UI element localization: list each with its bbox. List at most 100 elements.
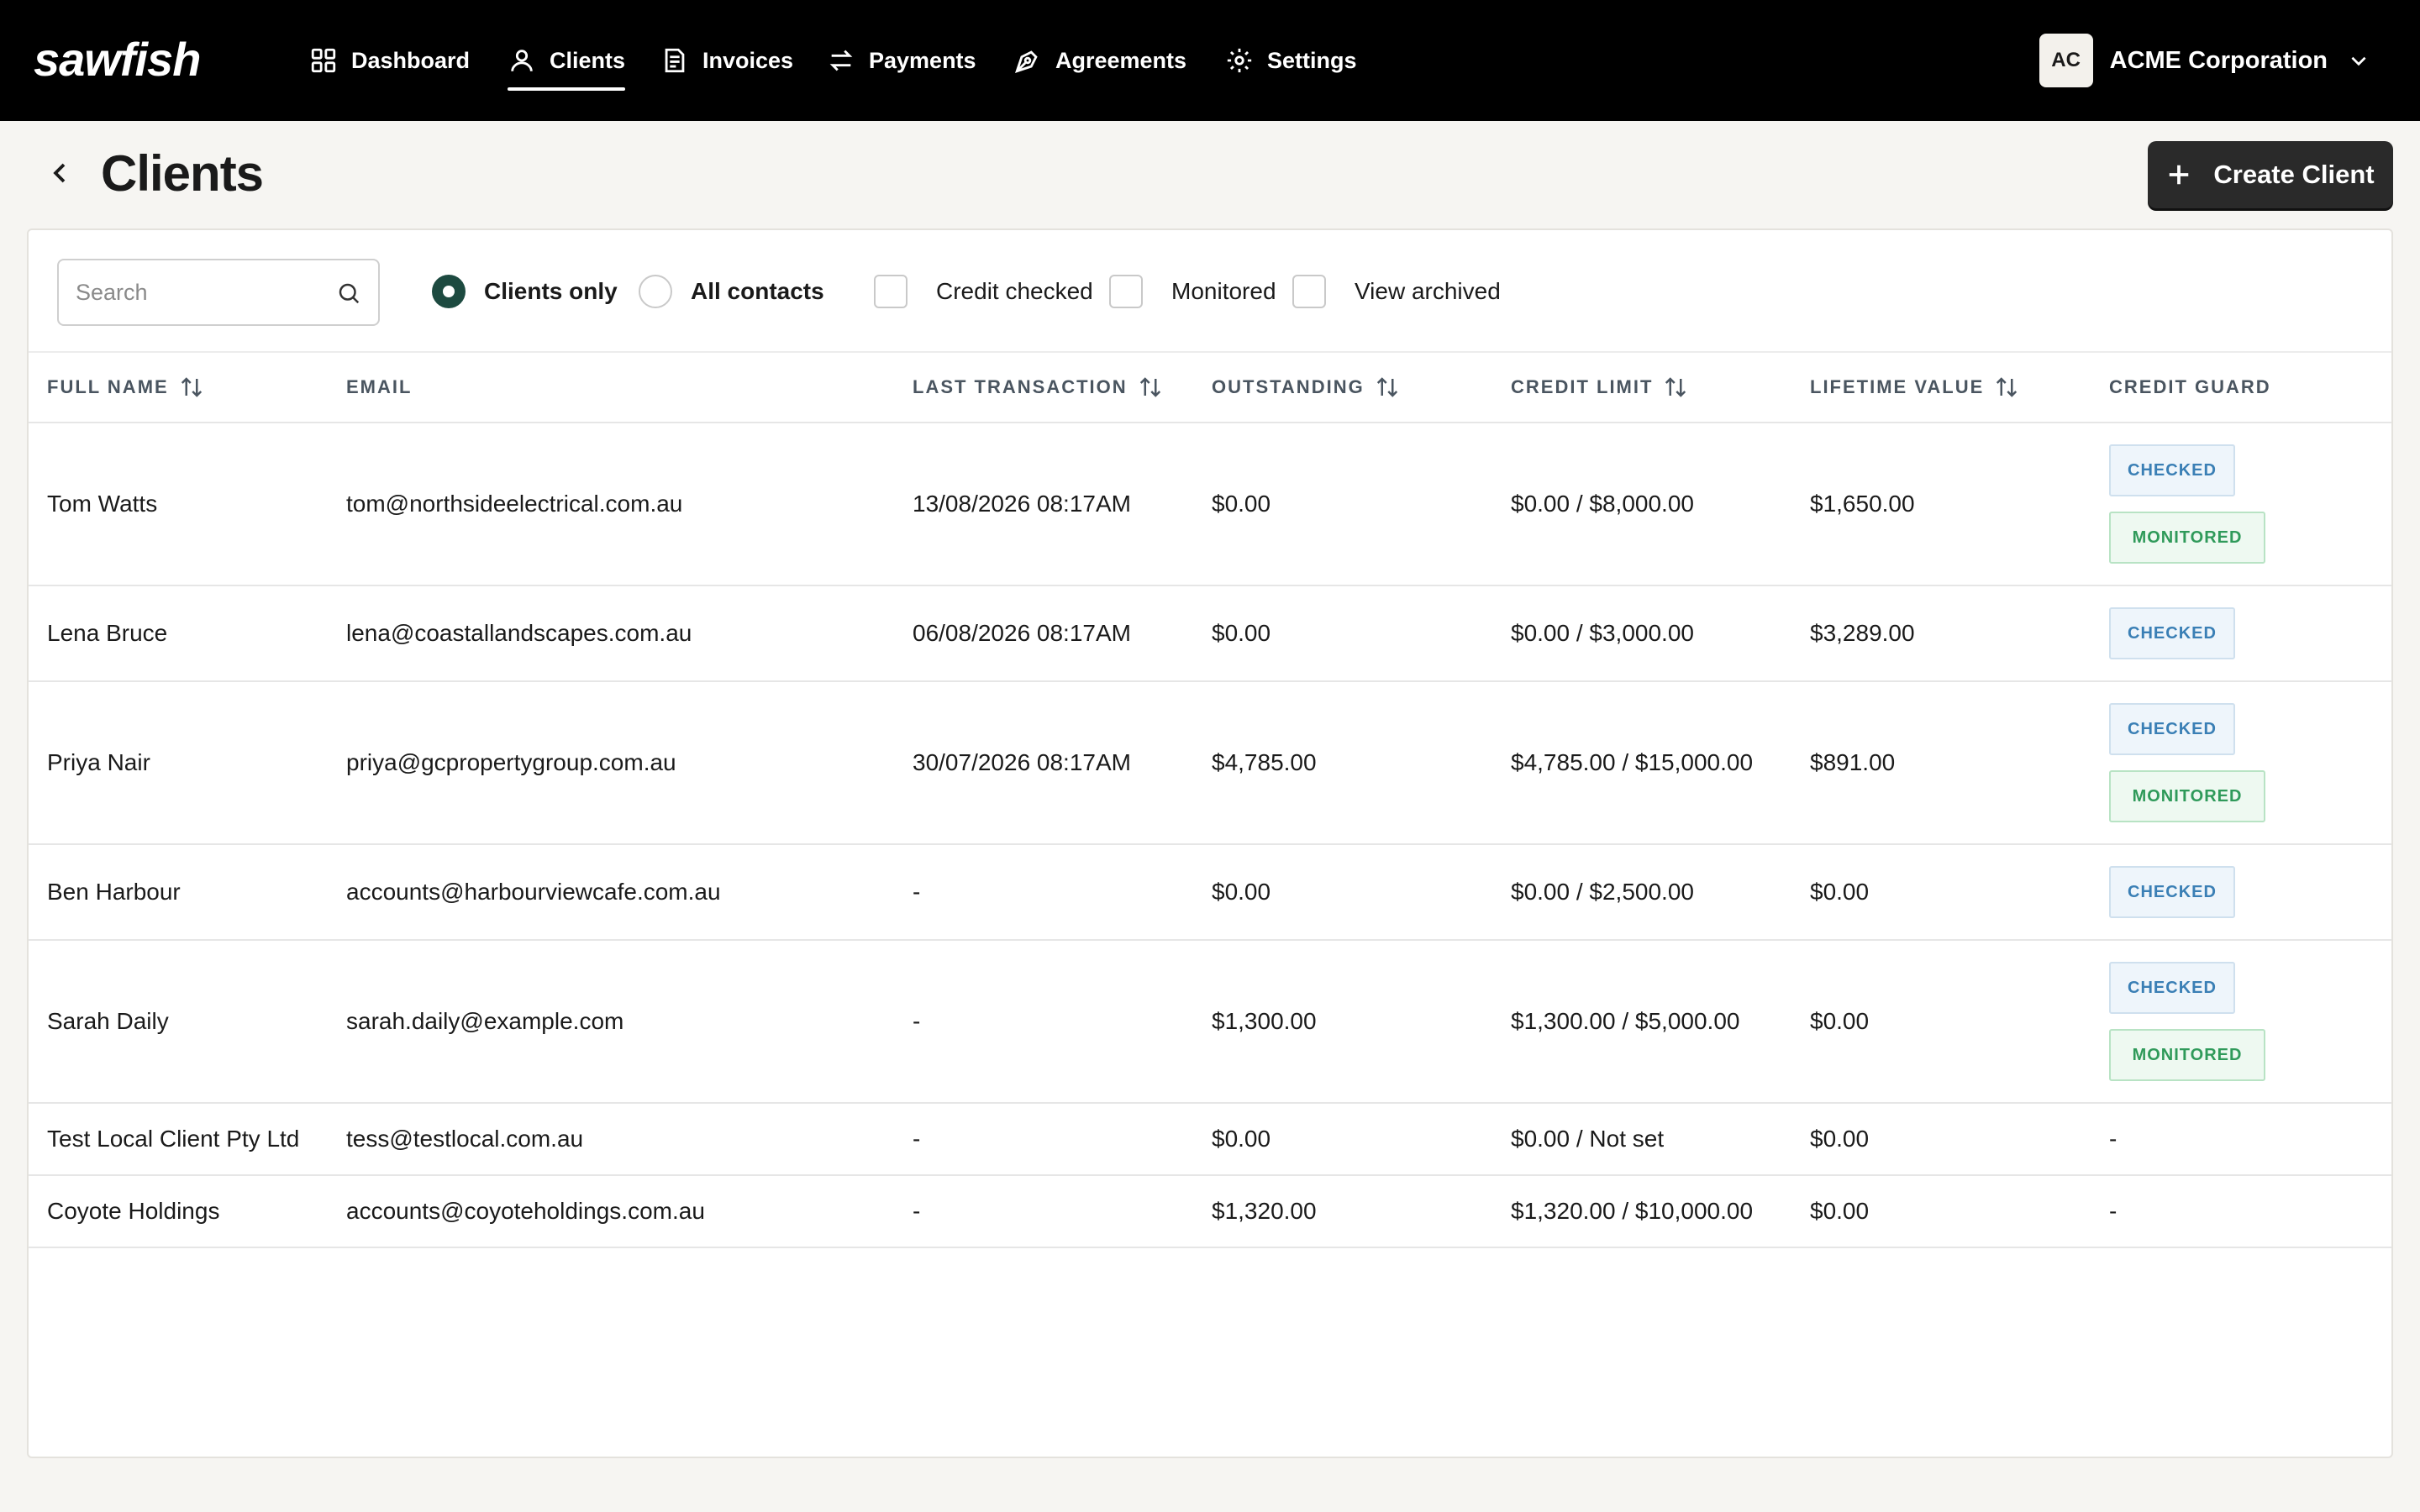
nav-clients[interactable]: Clients bbox=[508, 0, 626, 121]
gear-icon bbox=[1225, 46, 1254, 75]
clients-only-radio[interactable] bbox=[432, 275, 466, 308]
credit-checked-option[interactable]: Credit checked bbox=[874, 274, 1093, 309]
nav-agreements-label: Agreements bbox=[1055, 47, 1187, 73]
monitored-checkbox[interactable] bbox=[1109, 275, 1143, 308]
cell-outstanding: $0.00 bbox=[1212, 491, 1271, 517]
column-full-name[interactable]: FULL NAME bbox=[47, 353, 204, 422]
cell-full-name: Priya Nair bbox=[47, 749, 150, 775]
column-email-label: EMAIL bbox=[346, 376, 413, 397]
nav-settings-label: Settings bbox=[1267, 47, 1357, 73]
view-archived-checkbox[interactable] bbox=[1292, 275, 1326, 308]
sort-icon[interactable] bbox=[1375, 375, 1400, 400]
chevron-down-icon bbox=[2351, 56, 2366, 66]
sort-icon[interactable] bbox=[1663, 375, 1688, 400]
filter-bar: Clients only All contacts Credit checked… bbox=[29, 230, 2391, 353]
sort-icon[interactable] bbox=[179, 375, 204, 400]
nav-invoices[interactable]: Invoices bbox=[660, 0, 793, 121]
cell-credit-limit: $4,785.00 / $15,000.00 bbox=[1511, 749, 1754, 775]
column-credit-limit[interactable]: CREDIT LIMIT bbox=[1511, 353, 1688, 422]
cell-email: tom@northsideelectrical.com.au bbox=[346, 491, 683, 517]
cell-full-name: Coyote Holdings bbox=[47, 1198, 220, 1224]
cell-last-transaction: 30/07/2026 08:17AM bbox=[913, 749, 1131, 775]
nav-dashboard-label: Dashboard bbox=[351, 47, 471, 73]
cell-credit-guard: CHECKED MONITORED bbox=[2109, 423, 2265, 585]
cell-email: tess@testlocal.com.au bbox=[346, 1126, 584, 1152]
nav-agreements[interactable]: Agreements bbox=[1013, 0, 1186, 121]
cell-last-transaction: - bbox=[913, 879, 921, 905]
table-row[interactable]: Coyote Holdings accounts@coyoteholdings.… bbox=[29, 1176, 2391, 1248]
column-lifetime-value[interactable]: LIFETIME VALUE bbox=[1810, 353, 2019, 422]
nav-dashboard[interactable]: Dashboard bbox=[309, 0, 470, 121]
all-contacts-option[interactable]: All contacts bbox=[639, 274, 824, 309]
column-credit-limit-label: CREDIT LIMIT bbox=[1511, 376, 1654, 397]
nav-payments[interactable]: Payments bbox=[827, 0, 976, 121]
column-full-name-label: FULL NAME bbox=[47, 376, 169, 397]
cell-outstanding: $0.00 bbox=[1212, 1126, 1271, 1152]
search-icon bbox=[339, 283, 360, 304]
organization-name: ACME Corporation bbox=[2109, 46, 2328, 74]
credit-checked-checkbox[interactable] bbox=[874, 275, 908, 308]
table-row[interactable]: Ben Harbour accounts@harbourviewcafe.com… bbox=[29, 845, 2391, 941]
cell-email: accounts@harbourviewcafe.com.au bbox=[346, 879, 721, 905]
all-contacts-radio[interactable] bbox=[639, 275, 672, 308]
cell-credit-limit: $1,320.00 / $10,000.00 bbox=[1511, 1198, 1754, 1224]
cell-lifetime-value: $0.00 bbox=[1810, 1198, 1870, 1224]
cell-credit-guard: - bbox=[2109, 1198, 2118, 1224]
cell-full-name: Tom Watts bbox=[47, 491, 158, 517]
clients-only-option[interactable]: Clients only bbox=[432, 274, 618, 309]
user-icon bbox=[508, 46, 536, 75]
column-last-transaction[interactable]: LAST TRANSACTION bbox=[913, 353, 1163, 422]
cell-lifetime-value: $3,289.00 bbox=[1810, 620, 1915, 646]
nav-clients-label: Clients bbox=[550, 47, 626, 73]
cell-credit-limit: $0.00 / $3,000.00 bbox=[1511, 620, 1694, 646]
nav-settings[interactable]: Settings bbox=[1225, 0, 1357, 121]
monitored-badge: MONITORED bbox=[2109, 512, 2265, 564]
monitored-option[interactable]: Monitored bbox=[1109, 274, 1276, 309]
column-credit-guard-label: CREDIT GUARD bbox=[2109, 376, 2271, 397]
invoice-icon bbox=[660, 46, 689, 75]
create-client-label: Create Client bbox=[2213, 160, 2375, 189]
search-box[interactable] bbox=[57, 259, 380, 326]
cell-credit-guard: CHECKED bbox=[2109, 845, 2235, 939]
plus-icon bbox=[2170, 165, 2189, 185]
column-credit-guard: CREDIT GUARD bbox=[2109, 353, 2271, 422]
grid-icon bbox=[309, 46, 338, 75]
cell-lifetime-value: $0.00 bbox=[1810, 1126, 1870, 1152]
table-row[interactable]: Sarah Daily sarah.daily@example.com - $1… bbox=[29, 941, 2391, 1104]
column-outstanding[interactable]: OUTSTANDING bbox=[1212, 353, 1400, 422]
cell-last-transaction: 13/08/2026 08:17AM bbox=[913, 491, 1131, 517]
cell-outstanding: $1,300.00 bbox=[1212, 1008, 1317, 1034]
cell-outstanding: $0.00 bbox=[1212, 879, 1271, 905]
table-row[interactable]: Tom Watts tom@northsideelectrical.com.au… bbox=[29, 423, 2391, 586]
monitored-badge: MONITORED bbox=[2109, 1029, 2265, 1081]
table-row[interactable]: Priya Nair priya@gcpropertygroup.com.au … bbox=[29, 682, 2391, 845]
cell-email: sarah.daily@example.com bbox=[346, 1008, 624, 1034]
checked-badge: CHECKED bbox=[2109, 444, 2235, 496]
sawfish-logo[interactable]: sawfish sawfish bbox=[34, 34, 257, 87]
cell-credit-limit: $0.00 / $2,500.00 bbox=[1511, 879, 1694, 905]
column-email: EMAIL bbox=[346, 353, 412, 422]
table-row[interactable]: Test Local Client Pty Ltd tess@testlocal… bbox=[29, 1104, 2391, 1176]
cell-outstanding: $1,320.00 bbox=[1212, 1198, 1317, 1224]
cell-credit-guard: CHECKED MONITORED bbox=[2109, 682, 2265, 843]
cell-credit-limit: $0.00 / Not set bbox=[1511, 1126, 1665, 1152]
table-header: FULL NAME EMAIL LAST TRANSACTION OUTSTAN… bbox=[29, 353, 2391, 423]
back-arrow-icon[interactable] bbox=[47, 156, 72, 190]
cell-lifetime-value: $891.00 bbox=[1810, 749, 1896, 775]
table-row[interactable]: Lena Bruce lena@coastallandscapes.com.au… bbox=[29, 586, 2391, 682]
cell-last-transaction: 06/08/2026 08:17AM bbox=[913, 620, 1131, 646]
cell-full-name: Ben Harbour bbox=[47, 879, 181, 905]
sort-icon[interactable] bbox=[1138, 375, 1163, 400]
search-input[interactable] bbox=[76, 260, 328, 324]
top-navigation-bar: sawfish sawfish Dashboard Clients Invoic… bbox=[0, 0, 2420, 121]
sort-icon[interactable] bbox=[1994, 375, 2019, 400]
cell-credit-guard: CHECKED MONITORED bbox=[2109, 941, 2265, 1102]
create-client-button[interactable]: Create Client bbox=[2148, 141, 2393, 208]
cell-lifetime-value: $0.00 bbox=[1810, 879, 1870, 905]
organization-switcher[interactable]: AC ACME Corporation bbox=[2039, 34, 2370, 87]
cell-credit-limit: $0.00 / $8,000.00 bbox=[1511, 491, 1694, 517]
view-archived-option[interactable]: View archived bbox=[1292, 274, 1501, 309]
avatar: AC bbox=[2039, 34, 2093, 87]
cell-outstanding: $4,785.00 bbox=[1212, 749, 1317, 775]
cell-full-name: Test Local Client Pty Ltd bbox=[47, 1126, 300, 1152]
